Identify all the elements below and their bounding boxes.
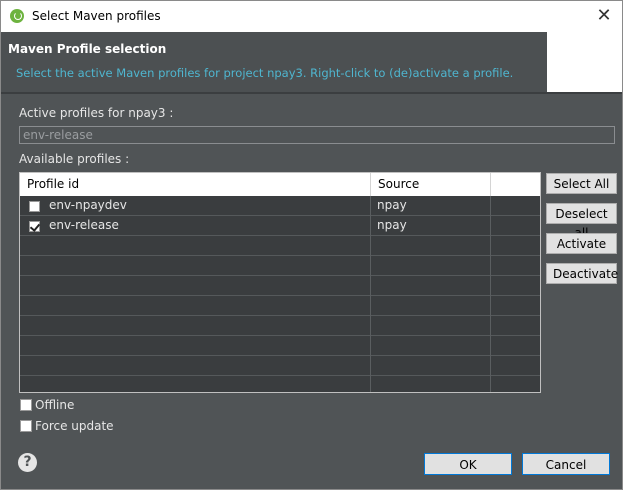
available-profiles-label: Available profiles : <box>19 152 130 166</box>
activate-button[interactable]: Activate <box>546 233 617 254</box>
offline-checkbox[interactable] <box>20 399 32 411</box>
deselect-all-button[interactable]: Deselect all <box>546 203 617 240</box>
table-row-empty <box>20 336 540 356</box>
deactivate-button[interactable]: Deactivate <box>546 263 618 284</box>
dialog-header: Maven Profile selection Select the activ… <box>1 32 547 92</box>
source-cell: npay <box>371 216 491 236</box>
table-row-empty <box>20 256 540 276</box>
table-header: Profile id Source <box>20 173 540 196</box>
table-row-empty <box>20 296 540 316</box>
force-update-checkbox[interactable] <box>20 420 32 432</box>
header-title: Maven Profile selection <box>8 42 167 56</box>
column-header-empty <box>491 173 540 196</box>
select-all-button[interactable]: Select All <box>546 173 617 194</box>
spring-logo-icon <box>10 9 24 23</box>
table-row[interactable]: env-npaydev npay <box>20 196 540 216</box>
profile-id-text: env-release <box>49 218 119 232</box>
active-profiles-field[interactable] <box>19 126 615 144</box>
profile-checkbox[interactable] <box>29 201 40 212</box>
profile-id-cell: env-npaydev <box>20 196 371 216</box>
dialog-window: Select Maven profiles ✕ Maven Profile se… <box>0 0 623 490</box>
table-row-empty <box>20 356 540 376</box>
header-description: Select the active Maven profiles for pro… <box>16 66 514 80</box>
column-header-profile-id[interactable]: Profile id <box>20 173 371 196</box>
profiles-table[interactable]: Profile id Source env-npaydev npay env-r… <box>19 172 541 393</box>
offline-label: Offline <box>35 398 75 412</box>
profile-id-text: env-npaydev <box>49 198 127 212</box>
cancel-button[interactable]: Cancel <box>522 453 610 475</box>
help-icon[interactable]: ? <box>18 453 37 472</box>
table-row-empty <box>20 276 540 296</box>
window-title: Select Maven profiles <box>32 9 161 23</box>
active-profiles-label: Active profiles for npay3 : <box>19 106 174 120</box>
table-row-empty <box>20 316 540 336</box>
source-cell: npay <box>371 196 491 216</box>
force-update-label: Force update <box>35 419 114 433</box>
table-row-empty <box>20 376 540 392</box>
table-row-empty <box>20 236 540 256</box>
extra-cell <box>491 216 540 236</box>
header-banner-area <box>547 32 622 92</box>
extra-cell <box>491 196 540 216</box>
title-bar: Select Maven profiles ✕ <box>1 1 622 32</box>
close-button[interactable]: ✕ <box>592 5 616 27</box>
profile-id-cell: env-release <box>20 216 371 236</box>
ok-button[interactable]: OK <box>424 453 512 475</box>
table-row[interactable]: env-release npay <box>20 216 540 236</box>
column-header-source[interactable]: Source <box>371 173 491 196</box>
profile-checkbox[interactable] <box>29 221 40 232</box>
